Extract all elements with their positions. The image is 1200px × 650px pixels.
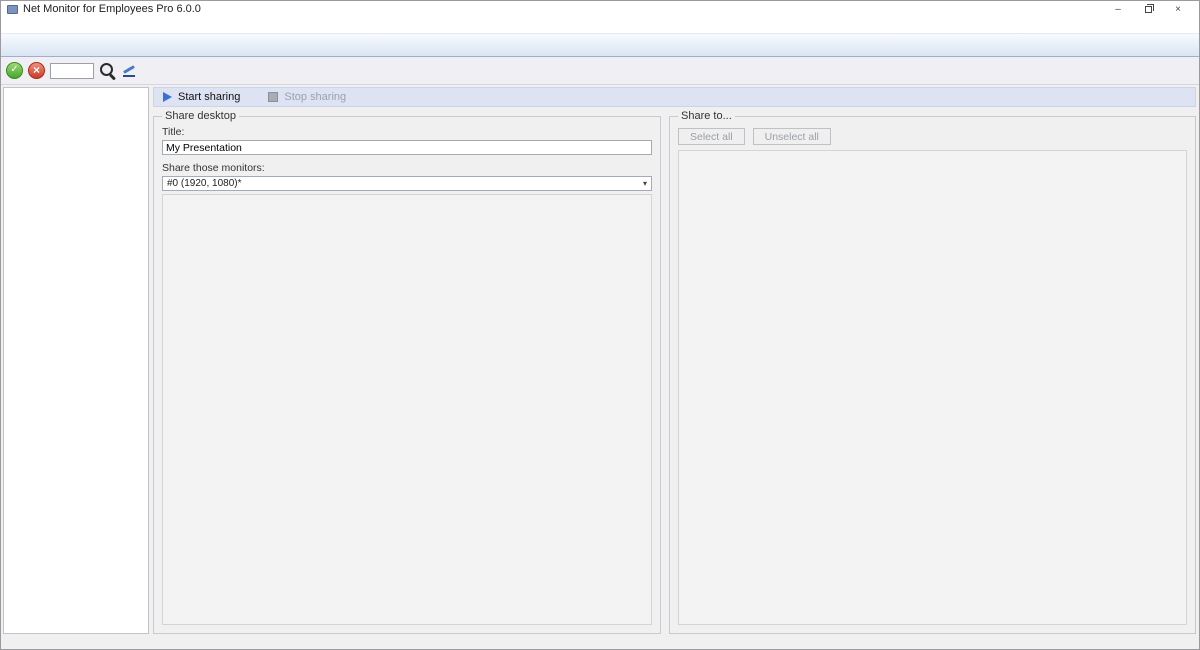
desktop-sharing-panel: Start sharing Stop sharing Share desktop… xyxy=(153,87,1196,634)
main-toolbar xyxy=(1,33,1199,57)
connect-icon[interactable] xyxy=(6,62,23,79)
share-to-computers-list xyxy=(678,150,1187,625)
minimize-button[interactable]: – xyxy=(1103,4,1133,15)
sharing-toolbar: Start sharing Stop sharing xyxy=(153,87,1196,107)
close-button[interactable]: × xyxy=(1163,4,1193,15)
share-to-group: Share to... Select all Unselect all xyxy=(669,110,1196,634)
app-window: Net Monitor for Employees Pro 6.0.0 – × … xyxy=(0,0,1200,650)
monitors-value: #0 (1920, 1080)* xyxy=(167,178,242,189)
play-icon xyxy=(163,92,172,102)
selection-buttons: Select all Unselect all xyxy=(678,128,1187,145)
remote-computers-list xyxy=(162,194,652,625)
start-sharing-button[interactable]: Start sharing xyxy=(163,91,240,103)
select-all-button[interactable]: Select all xyxy=(678,128,745,145)
titlebar: Net Monitor for Employees Pro 6.0.0 – × xyxy=(1,1,1199,17)
stop-icon xyxy=(268,92,278,102)
connection-controls xyxy=(1,57,153,84)
search-icon[interactable] xyxy=(99,62,116,79)
computer-tree xyxy=(3,87,149,634)
unselect-all-button[interactable]: Unselect all xyxy=(753,128,831,145)
app-icon xyxy=(7,5,18,14)
window-controls: – × xyxy=(1103,4,1193,15)
monitors-select[interactable]: #0 (1920, 1080)* ▾ xyxy=(162,176,652,191)
restore-icon xyxy=(1145,6,1152,13)
panels: Share desktop Title: Share those monitor… xyxy=(153,110,1196,634)
presentation-title-input[interactable] xyxy=(162,140,652,155)
maximize-button[interactable] xyxy=(1133,4,1163,15)
pencil-icon[interactable] xyxy=(121,62,138,79)
disconnect-icon[interactable] xyxy=(28,62,45,79)
stop-sharing-label: Stop sharing xyxy=(284,91,346,103)
share-desktop-group-title: Share desktop xyxy=(162,110,239,122)
share-desktop-group: Share desktop Title: Share those monitor… xyxy=(153,110,661,634)
share-to-group-title: Share to... xyxy=(678,110,735,122)
chevron-down-icon: ▾ xyxy=(643,179,647,188)
tab-strip xyxy=(153,57,1199,84)
start-sharing-label: Start sharing xyxy=(178,91,240,103)
window-title: Net Monitor for Employees Pro 6.0.0 xyxy=(23,3,201,15)
menu-bar xyxy=(1,17,1199,33)
stop-sharing-button[interactable]: Stop sharing xyxy=(268,91,346,103)
content-area: Start sharing Stop sharing Share desktop… xyxy=(1,85,1199,649)
quick-row xyxy=(1,57,1199,85)
search-input[interactable] xyxy=(50,63,94,79)
monitors-label: Share those monitors: xyxy=(162,162,652,174)
title-label: Title: xyxy=(162,126,652,138)
